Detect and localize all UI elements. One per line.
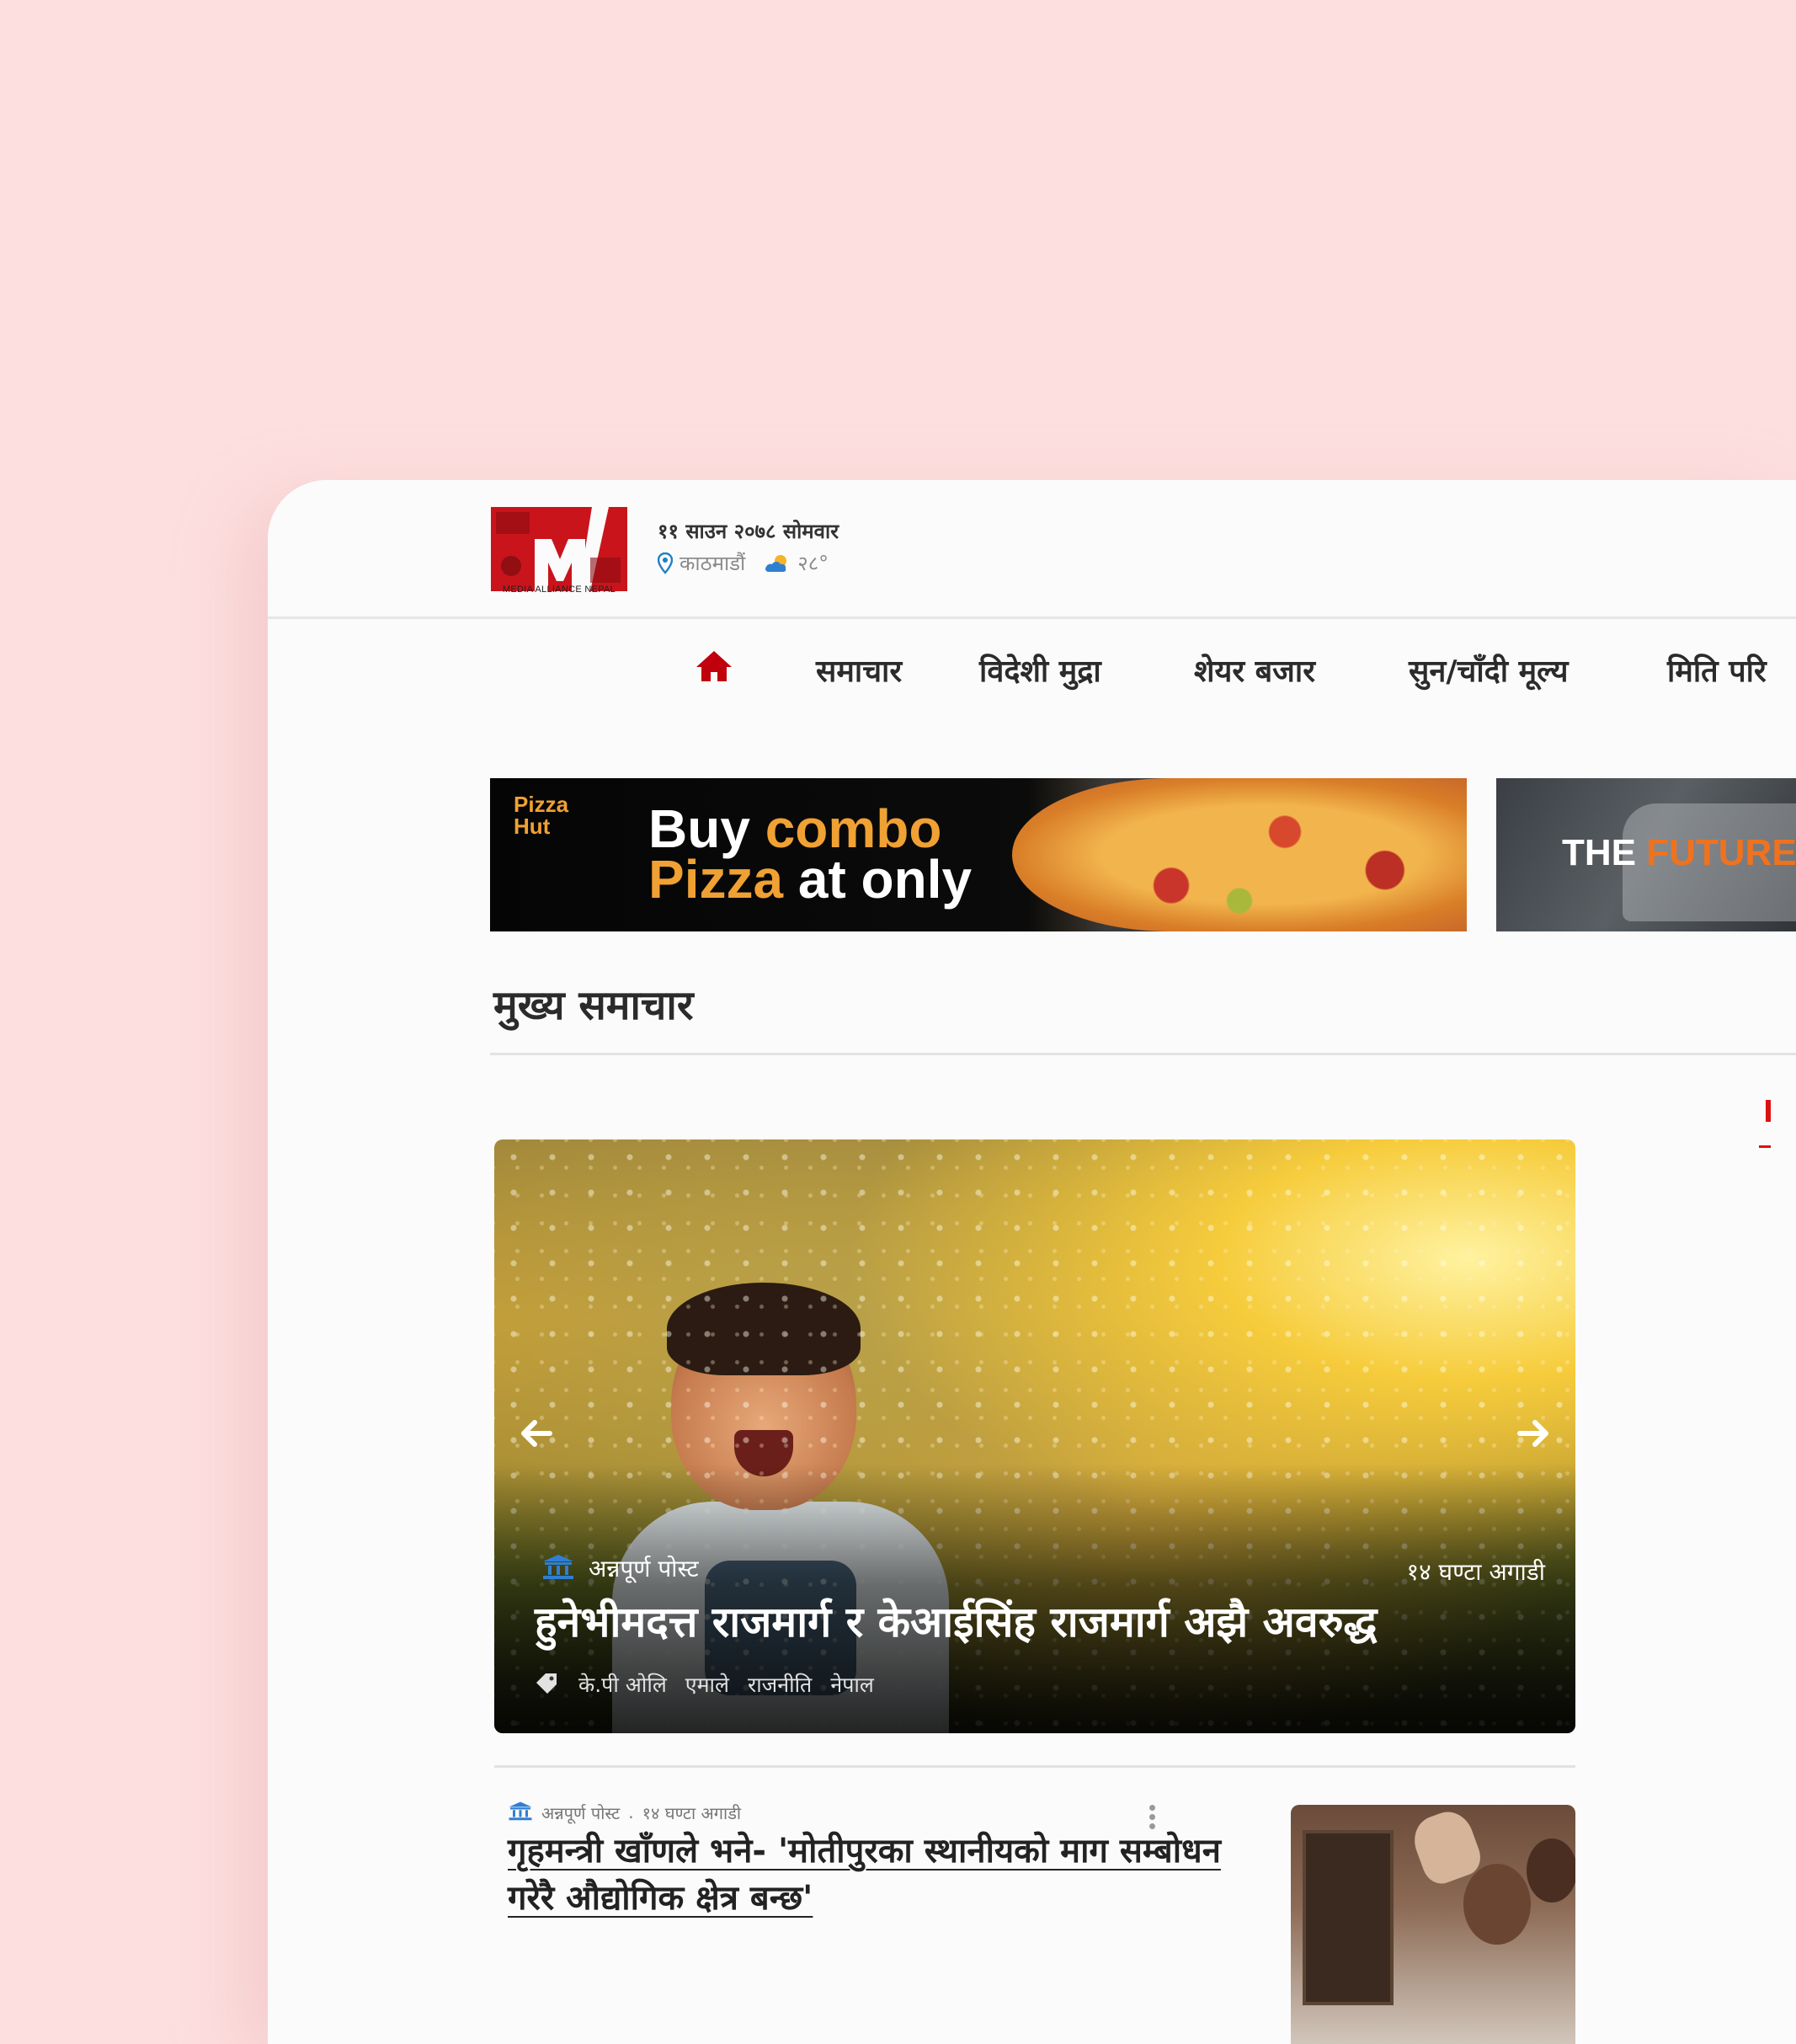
ad-brand: Pizza Hut bbox=[514, 793, 568, 837]
pizza-image bbox=[1012, 778, 1467, 931]
browser-window: MEDIA ALLIANCE NEPAL ११ साउन २०७८ सोमवार… bbox=[268, 480, 1796, 2044]
thumb-door bbox=[1303, 1830, 1394, 2005]
tag-icon bbox=[535, 1671, 560, 1698]
article-title[interactable]: गृहमन्त्री खाँणले भने- 'मोतीपुरका स्थानी… bbox=[508, 1828, 1274, 1922]
article-thumbnail[interactable] bbox=[1291, 1805, 1575, 2044]
hero-source[interactable]: अन्नपूर्ण पोस्ट bbox=[541, 1552, 699, 1584]
site-header: MEDIA ALLIANCE NEPAL ११ साउन २०७८ सोमवार… bbox=[268, 480, 1796, 619]
publisher-icon bbox=[508, 1801, 533, 1824]
main-navigation: समाचार विदेशी मुद्रा शेयर बजार सुन/चाँदी… bbox=[268, 619, 1796, 720]
hero-timestamp: १४ घण्टा अगाडी bbox=[1406, 1558, 1545, 1586]
ad-word-at-only: at only bbox=[797, 849, 973, 910]
map-pin-icon bbox=[658, 552, 673, 574]
article-meta: अन्नपूर्ण पोस्ट . १४ घण्टा अगाडी bbox=[508, 1801, 741, 1824]
more-options-button[interactable] bbox=[1143, 1802, 1160, 1831]
publisher-icon bbox=[541, 1553, 575, 1583]
ad2-word-future: FUTURE bbox=[1646, 832, 1796, 873]
hero-tags: के.पी ओलि एमाले राजनीति नेपाल bbox=[535, 1670, 874, 1699]
article-source[interactable]: अन्नपूर्ण पोस्ट bbox=[541, 1801, 620, 1824]
pizza-hut-ad-banner[interactable]: Pizza Hut Buy combo Pizza at only bbox=[490, 778, 1467, 931]
tag-item[interactable]: के.पी ओलि bbox=[578, 1670, 667, 1699]
nav-item-foreign-currency[interactable]: विदेशी मुद्रा bbox=[979, 619, 1101, 720]
ad-brand-line1: Pizza bbox=[514, 792, 569, 817]
ad2-headline: THE FUTURE bbox=[1562, 832, 1796, 874]
nav-item-news[interactable]: समाचार bbox=[816, 619, 902, 720]
ad-brand-line2: Hut bbox=[514, 814, 551, 839]
arrow-left-icon bbox=[521, 1420, 552, 1447]
section-title: मुख्य समाचार bbox=[493, 982, 694, 1029]
carousel-prev-button[interactable] bbox=[516, 1413, 557, 1454]
home-icon bbox=[695, 649, 733, 691]
carousel-next-button[interactable] bbox=[1513, 1413, 1554, 1454]
article-divider bbox=[494, 1765, 1575, 1768]
nav-home[interactable] bbox=[695, 619, 733, 720]
ad-headline: Buy combo Pizza at only bbox=[648, 802, 972, 906]
location-weather: काठमाडौं २८° bbox=[658, 549, 829, 577]
partly-cloudy-icon bbox=[764, 553, 791, 574]
article-timestamp: १४ घण्टा अगाडी bbox=[642, 1802, 742, 1823]
hero-headline[interactable]: हुनेभीमदत्त राजमार्ग र केआईसिंह राजमार्ग… bbox=[535, 1594, 1528, 1650]
current-date: ११ साउन २०७८ सोमवार bbox=[658, 520, 839, 543]
ad-word-pizza: Pizza bbox=[648, 849, 784, 910]
meta-separator: . bbox=[628, 1802, 634, 1823]
nav-item-gold-silver[interactable]: सुन/चाँदी मूल्य bbox=[1409, 619, 1568, 720]
section-divider bbox=[490, 1053, 1796, 1055]
location-name: काठमाडौं bbox=[679, 552, 746, 575]
arrow-right-icon bbox=[1517, 1420, 1548, 1447]
nav-item-date-converter[interactable]: मिति परि bbox=[1667, 619, 1767, 720]
ad2-word-the: THE bbox=[1562, 832, 1636, 873]
thumb-person bbox=[1527, 1839, 1575, 1903]
thumb-person bbox=[1463, 1864, 1531, 1945]
hero-source-name: अन्नपूर्ण पोस्ट bbox=[589, 1555, 699, 1582]
future-ad-banner[interactable]: THE FUTURE bbox=[1496, 778, 1796, 931]
sidebar-accent-mark bbox=[1759, 1100, 1771, 1150]
hero-carousel[interactable]: अन्नपूर्ण पोस्ट १४ घण्टा अगाडी हुनेभीमदत… bbox=[494, 1139, 1575, 1733]
nav-item-share-market[interactable]: शेयर बजार bbox=[1194, 619, 1315, 720]
logo-caption: MEDIA ALLIANCE NEPAL bbox=[502, 584, 616, 595]
tag-item[interactable]: एमाले bbox=[685, 1670, 729, 1699]
tag-item[interactable]: राजनीति bbox=[748, 1670, 812, 1699]
temperature: २८° bbox=[797, 552, 829, 575]
tag-item[interactable]: नेपाल bbox=[830, 1670, 874, 1699]
